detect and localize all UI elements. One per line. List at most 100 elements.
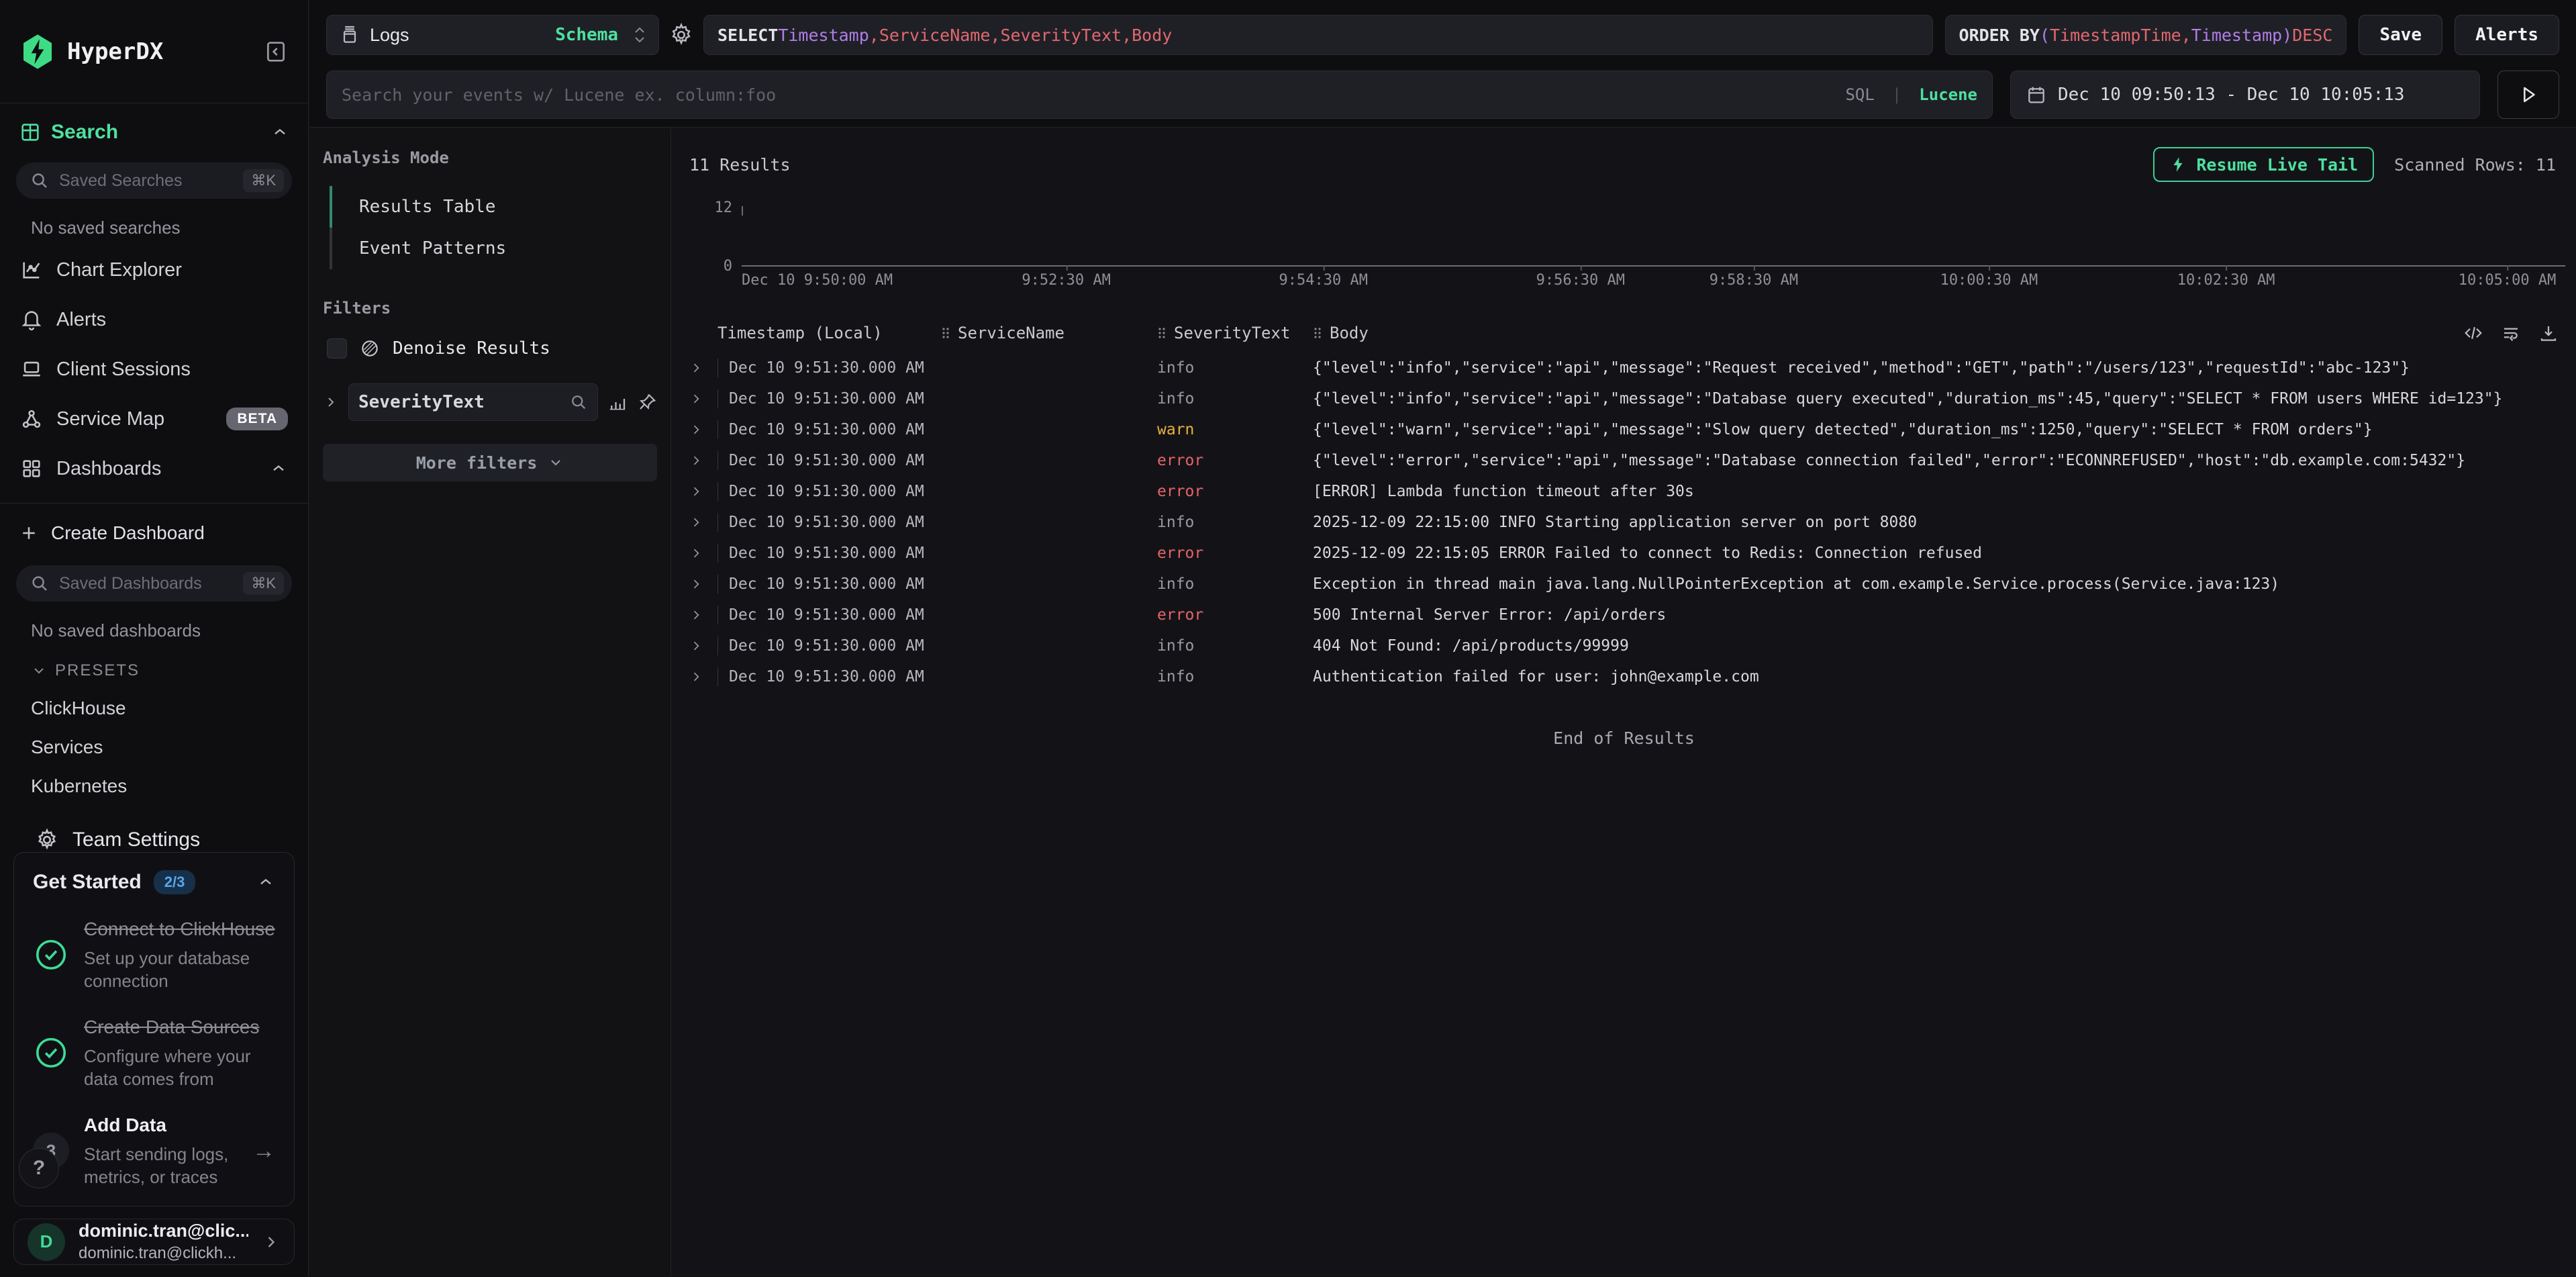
order-by-input[interactable]: ORDER BY ( TimestampTime, Timestamp) DES… [1945, 15, 2347, 55]
pin-icon[interactable] [637, 392, 657, 412]
event-search-input[interactable]: Search your events w/ Lucene ex. column:… [326, 70, 1993, 119]
histogram-plot[interactable]: Dec 10 9:50:00 AM9:52:30 AM9:54:30 AM9:5… [742, 206, 2565, 267]
preset-services[interactable]: Services [31, 737, 292, 758]
saved-searches-input[interactable]: Saved Searches ⌘K [16, 162, 292, 199]
cell-body: {"level":"info","service":"api","message… [1313, 390, 2559, 408]
sidebar-item-service-map[interactable]: Service Map BETA [16, 394, 292, 444]
date-range-value: Dec 10 09:50:13 - Dec 10 10:05:13 [2058, 85, 2405, 105]
table-grid-icon [19, 121, 42, 144]
expand-row-chevron-icon[interactable] [689, 516, 703, 529]
sql-toggle[interactable]: SQL [1845, 85, 1874, 104]
expand-row-chevron-icon[interactable] [689, 608, 703, 622]
denoise-checkbox[interactable] [327, 338, 347, 359]
sidebar-item-team-settings[interactable]: Team Settings [35, 828, 292, 852]
cell-timestamp: Dec 10 9:51:30.000 AM [729, 390, 941, 408]
drag-handle-icon[interactable] [1156, 325, 1167, 341]
column-header-timestamp[interactable]: Timestamp (Local) [717, 324, 940, 342]
save-button[interactable]: Save [2359, 15, 2442, 55]
column-header-body[interactable]: Body [1312, 324, 2450, 342]
get-started-step-sources[interactable]: Create Data Sources Configure where your… [33, 1015, 275, 1090]
bar-chart-icon[interactable] [607, 392, 628, 412]
user-menu[interactable]: D dominic.tran@clic... dominic.tran@clic… [13, 1219, 295, 1265]
download-icon[interactable] [2538, 323, 2559, 343]
table-row[interactable]: Dec 10 9:51:30.000 AM error 500 Internal… [672, 600, 2576, 630]
run-query-button[interactable] [2497, 70, 2559, 119]
denoise-label[interactable]: Denoise Results [393, 338, 550, 359]
x-axis-tick-label: 9:54:30 AM [1279, 272, 1367, 289]
create-dashboard-button[interactable]: Create Dashboard [16, 517, 292, 547]
expand-row-chevron-icon[interactable] [689, 485, 703, 498]
presets-toggle[interactable]: PRESETS [31, 661, 292, 680]
x-axis-tick-label: 9:58:30 AM [1710, 272, 1798, 289]
table-row[interactable]: Dec 10 9:51:30.000 AM info Exception in … [672, 569, 2576, 600]
chevron-up-icon[interactable] [256, 873, 275, 892]
expand-row-chevron-icon[interactable] [689, 361, 703, 375]
events-histogram[interactable]: 12 0 Dec 10 9:50:00 AM9:52:30 AM9:54:30 … [689, 198, 2571, 299]
help-button[interactable]: ? [19, 1148, 59, 1188]
facet-expand-chevron-icon[interactable] [323, 394, 339, 410]
date-range-picker[interactable]: Dec 10 09:50:13 - Dec 10 10:05:13 [2010, 70, 2480, 119]
tab-results-table[interactable]: Results Table [332, 186, 657, 228]
more-filters-button[interactable]: More filters [323, 444, 657, 481]
table-row[interactable]: Dec 10 9:51:30.000 AM info Authenticatio… [672, 661, 2576, 692]
select-query-input[interactable]: SELECT Timestamp ,ServiceName,SeverityTe… [703, 15, 1933, 55]
preset-clickhouse[interactable]: ClickHouse [31, 698, 292, 719]
sidebar-item-alerts[interactable]: Alerts [16, 295, 292, 344]
table-row[interactable]: Dec 10 9:51:30.000 AM error 2025-12-09 2… [672, 538, 2576, 569]
expand-row-chevron-icon[interactable] [689, 454, 703, 467]
expand-row-chevron-icon[interactable] [689, 639, 703, 653]
table-row[interactable]: Dec 10 9:51:30.000 AM info {"level":"inf… [672, 352, 2576, 383]
table-row[interactable]: Dec 10 9:51:30.000 AM error [ERROR] Lamb… [672, 476, 2576, 507]
table-row[interactable]: Dec 10 9:51:30.000 AM info 2025-12-09 22… [672, 507, 2576, 538]
cell-severitytext: warn [1157, 421, 1313, 438]
lucene-toggle[interactable]: Lucene [1919, 85, 1977, 104]
resume-live-tail-button[interactable]: Resume Live Tail [2153, 147, 2374, 182]
cell-severitytext: error [1157, 452, 1313, 469]
table-row[interactable]: Dec 10 9:51:30.000 AM info {"level":"inf… [672, 383, 2576, 414]
x-axis-tick-label: 10:05:00 AM [2459, 272, 2557, 289]
collapse-sidebar-icon[interactable] [262, 38, 289, 65]
saved-dashboards-input[interactable]: Saved Dashboards ⌘K [16, 565, 292, 602]
get-started-step-connect[interactable]: Connect to ClickHouse Set up your databa… [33, 917, 275, 992]
expand-row-chevron-icon[interactable] [689, 670, 703, 683]
source-selector[interactable]: Logs Schema [326, 15, 659, 55]
column-header-servicename[interactable]: ServiceName [940, 324, 1156, 342]
drag-handle-icon[interactable] [940, 325, 951, 341]
table-row[interactable]: Dec 10 9:51:30.000 AM error {"level":"er… [672, 445, 2576, 476]
chevron-up-icon[interactable] [269, 459, 288, 478]
gear-icon[interactable] [668, 22, 694, 48]
results-area: 11 Results Resume Live Tail Scanned Rows… [672, 128, 2576, 1277]
sidebar-item-search[interactable]: Search [16, 121, 292, 144]
search-icon[interactable] [569, 393, 588, 412]
text-wrap-icon[interactable] [2501, 323, 2521, 343]
alerts-button[interactable]: Alerts [2455, 15, 2559, 55]
step-desc: Start sending logs, metrics, or traces [84, 1143, 238, 1189]
table-row[interactable]: Dec 10 9:51:30.000 AM warn {"level":"war… [672, 414, 2576, 445]
facet-severitytext[interactable]: SeverityText [348, 383, 598, 421]
results-table: Timestamp (Local) ServiceName SeverityTe… [672, 323, 2576, 748]
cell-timestamp: Dec 10 9:51:30.000 AM [729, 483, 941, 500]
column-header-severitytext[interactable]: SeverityText [1156, 324, 1312, 342]
sidebar-item-label: Chart Explorer [56, 259, 182, 281]
beta-badge: BETA [226, 408, 288, 430]
expand-row-chevron-icon[interactable] [689, 392, 703, 406]
order-paren: ( [2040, 26, 2050, 45]
sidebar-item-client-sessions[interactable]: Client Sessions [16, 344, 292, 394]
cell-body: 500 Internal Server Error: /api/orders [1313, 606, 2559, 624]
drag-handle-icon[interactable] [1312, 325, 1323, 341]
sidebar-item-chart-explorer[interactable]: Chart Explorer [16, 245, 292, 295]
get-started-step-add-data[interactable]: 3 Add Data Start sending logs, metrics, … [33, 1113, 275, 1188]
expand-row-chevron-icon[interactable] [689, 577, 703, 591]
chevron-up-icon[interactable] [270, 123, 289, 142]
select-field-timestamp: Timestamp [778, 26, 869, 45]
cell-timestamp: Dec 10 9:51:30.000 AM [729, 452, 941, 469]
tab-event-patterns[interactable]: Event Patterns [332, 228, 657, 269]
preset-kubernetes[interactable]: Kubernetes [31, 775, 292, 797]
calendar-icon [2026, 84, 2047, 105]
sidebar-item-dashboards[interactable]: Dashboards [16, 444, 292, 493]
table-row[interactable]: Dec 10 9:51:30.000 AM info 404 Not Found… [672, 630, 2576, 661]
expand-row-chevron-icon[interactable] [689, 547, 703, 560]
expand-row-chevron-icon[interactable] [689, 423, 703, 436]
sidebar-item-label: Dashboards [56, 458, 161, 480]
code-view-icon[interactable] [2463, 323, 2483, 343]
